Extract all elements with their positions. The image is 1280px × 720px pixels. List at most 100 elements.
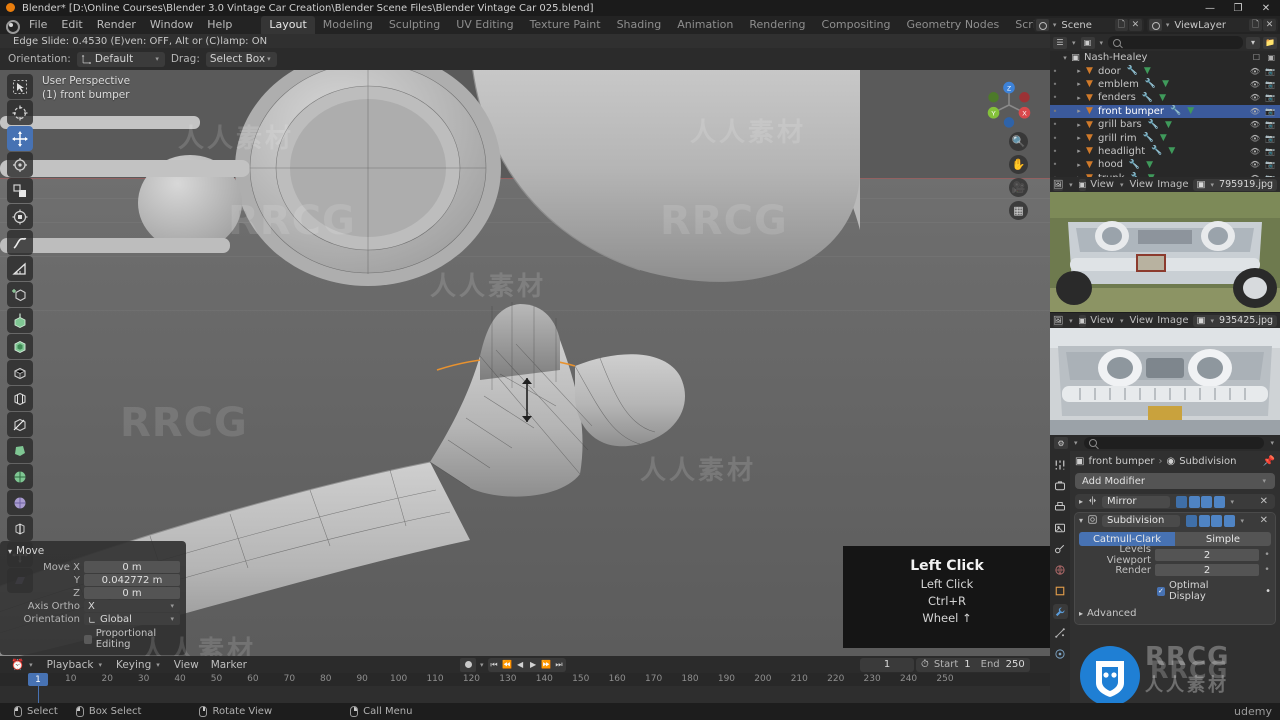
realtime-toggle-icon[interactable] [1211, 514, 1223, 527]
object-properties-tab[interactable] [1053, 583, 1068, 598]
hide-in-viewport-icon[interactable]: 👁 [1250, 67, 1260, 76]
disclosure-triangle-icon[interactable]: ▸ [1074, 147, 1084, 155]
timeline-track-area[interactable] [0, 686, 1050, 703]
poly-build-tool-button[interactable] [7, 438, 33, 463]
tab-animation[interactable]: Animation [669, 16, 741, 34]
outliner-row-emblem[interactable]: • ▸ ▼ emblem 🔧 ▼ 👁 📷 [1050, 78, 1280, 91]
move-x-row[interactable]: Move X 0 m [6, 561, 180, 573]
properties-search-input[interactable] [1083, 437, 1265, 449]
timeline-menu-marker[interactable]: Marker [206, 659, 252, 671]
camera-icon[interactable]: ▣ [1267, 53, 1275, 62]
smooth-tool-button[interactable] [7, 490, 33, 515]
axis-ortho-dropdown[interactable]: X ▾ [84, 600, 180, 612]
world-properties-tab[interactable] [1053, 562, 1068, 577]
image-editor-1-menu-view[interactable]: View [1129, 179, 1153, 190]
tab-sculpting[interactable]: Sculpting [381, 16, 448, 34]
modifier-card-mirror[interactable]: ▸ Mirror ▾ ✕ [1075, 494, 1275, 509]
particle-properties-tab[interactable] [1053, 625, 1068, 640]
outliner-row-hood[interactable]: • ▸ ▼ hood 🔧 ▼ 👁 📷 [1050, 158, 1280, 171]
end-frame-value[interactable]: 250 [1006, 659, 1025, 670]
tab-shading[interactable]: Shading [609, 16, 670, 34]
camera-view-icon[interactable]: 🎥 [1009, 178, 1028, 197]
add-cube-tool-button[interactable] [7, 282, 33, 307]
filter-icon[interactable]: ▾ [1246, 36, 1260, 49]
outliner-restrict-dot[interactable]: • [1050, 147, 1060, 156]
disable-in-render-icon[interactable]: 📷 [1265, 93, 1275, 102]
operator-redo-panel[interactable]: ▾ Move Move X 0 m Y 0.042772 m Z 0 m Axi… [0, 541, 186, 655]
annotate-tool-button[interactable] [7, 230, 33, 255]
disclosure-triangle-icon[interactable]: ▸ [1074, 161, 1084, 169]
image-editor-1-menu-image[interactable]: Image [1157, 179, 1188, 190]
chevron-down-icon[interactable]: ▾ [1079, 516, 1083, 525]
orientation-row[interactable]: Orientation Global ▾ [6, 613, 180, 625]
tab-layout[interactable]: Layout [261, 16, 315, 34]
breadcrumb-object[interactable]: front bumper [1088, 456, 1154, 467]
disable-in-render-icon[interactable]: 📷 [1265, 67, 1275, 76]
disable-in-render-icon[interactable]: 📷 [1265, 147, 1275, 156]
properties-editor-type-icon[interactable]: ⚙ [1054, 437, 1068, 449]
outliner-search-input[interactable] [1108, 36, 1243, 49]
outliner-restrict-dot[interactable]: • [1050, 80, 1060, 89]
animate-property-dot-icon[interactable]: • [1263, 565, 1271, 575]
close-button[interactable]: ✕ [1252, 0, 1280, 16]
pin-icon[interactable]: 📌 [1263, 456, 1275, 467]
inset-faces-tool-button[interactable] [7, 334, 33, 359]
optimal-display-checkbox[interactable]: ✓ [1157, 586, 1165, 596]
disable-in-render-icon[interactable]: 📷 [1265, 134, 1275, 143]
rotate-tool-button[interactable] [7, 152, 33, 177]
outliner-restrict-dot[interactable]: • [1050, 120, 1060, 129]
blender-logo-icon[interactable] [0, 16, 22, 34]
simple-button[interactable]: Simple [1175, 532, 1271, 546]
move-y-value[interactable]: 0.042772 m [84, 574, 180, 586]
on-cage-toggle-icon[interactable] [1176, 495, 1188, 508]
modifier-mirror-header[interactable]: ▸ Mirror ▾ ✕ [1075, 494, 1275, 509]
scene-properties-tab[interactable] [1053, 541, 1068, 556]
zoom-icon[interactable]: 🔍 [1009, 132, 1028, 151]
remove-mirror-modifier-button[interactable]: ✕ [1260, 496, 1271, 507]
outliner-restrict-dot[interactable]: • [1050, 160, 1060, 169]
proportional-editing-row[interactable]: Proportional Editing [84, 628, 180, 650]
current-frame-field[interactable]: 1 [860, 657, 914, 672]
outliner-row-grill-rim[interactable]: • ▸ ▼ grill rim 🔧 ▼ 👁 📷 [1050, 131, 1280, 144]
levels-viewport-row[interactable]: Levels Viewport 2 • [1079, 544, 1271, 566]
tab-uv-editing[interactable]: UV Editing [448, 16, 521, 34]
minimize-button[interactable]: — [1196, 0, 1224, 16]
render-levels-row[interactable]: Render 2 • [1079, 564, 1271, 576]
new-collection-icon[interactable]: 📁 [1263, 36, 1277, 49]
previous-keyframe-button[interactable]: ⏪ [501, 660, 514, 669]
maximize-button[interactable]: ❐ [1224, 0, 1252, 16]
timeline-menu-view[interactable]: View [169, 659, 204, 671]
physics-properties-tab[interactable] [1053, 646, 1068, 661]
breadcrumb-modifier[interactable]: Subdivision [1179, 456, 1236, 467]
mirror-modifier-name[interactable]: Mirror [1102, 495, 1171, 508]
hide-in-viewport-icon[interactable]: 👁 [1250, 134, 1260, 143]
timeline-editor[interactable]: 10 20 30 40 50 60 70 80 90 100 110 120 130 140 150 160 1… [0, 673, 1050, 703]
image-editor-1-filename-field[interactable]: ▣ ▾ 795919.jpg [1192, 178, 1278, 191]
unlink-scene-button[interactable]: ✕ [1128, 19, 1142, 31]
image-editor-type-icon[interactable]: 🖼 [1053, 314, 1064, 327]
tab-modeling[interactable]: Modeling [315, 16, 381, 34]
modifier-subdivision-header[interactable]: ▾ Subdivision ▾ ✕ [1075, 513, 1275, 528]
move-z-row[interactable]: Z 0 m [6, 587, 180, 599]
measure-tool-button[interactable] [7, 256, 33, 281]
tweak-tool-button[interactable] [7, 74, 33, 99]
outliner-row-grill-bars[interactable]: • ▸ ▼ grill bars 🔧 ▼ 👁 📷 [1050, 118, 1280, 131]
subdivision-modifier-name[interactable]: Subdivision [1102, 514, 1181, 527]
timeline-editor-type-icon[interactable]: ⏰ ▾ [6, 658, 40, 671]
jump-to-end-button[interactable]: ⏭ [553, 660, 566, 670]
tab-rendering[interactable]: Rendering [741, 16, 813, 34]
outliner-row-front-bumper[interactable]: • ▸ ▼ front bumper 🔧 ▼ 👁 📷 [1050, 104, 1280, 118]
disable-in-render-icon[interactable]: 📷 [1265, 107, 1275, 116]
orthographic-toggle-icon[interactable]: ▦ [1009, 201, 1028, 220]
hand-pan-icon[interactable]: ✋ [1009, 155, 1028, 174]
advanced-row[interactable]: ▸ Advanced [1079, 608, 1271, 619]
image-mode-icon[interactable]: ▣ [1078, 178, 1087, 191]
disclosure-triangle-icon[interactable]: ▸ [1074, 121, 1084, 129]
viewport-3d[interactable]: User Perspective (1) front bumper Z Y X … [0, 70, 1050, 656]
knife-tool-button[interactable] [7, 412, 33, 437]
timeline-menu-keying[interactable]: Keying ▾ [111, 659, 167, 671]
image-editor-2-menu-image[interactable]: Image [1157, 315, 1188, 326]
image-editor-1-mode[interactable]: View [1090, 179, 1114, 190]
timeline-menu-playback[interactable]: Playback ▾ [42, 659, 109, 671]
modifier-properties-tab[interactable] [1052, 604, 1068, 619]
